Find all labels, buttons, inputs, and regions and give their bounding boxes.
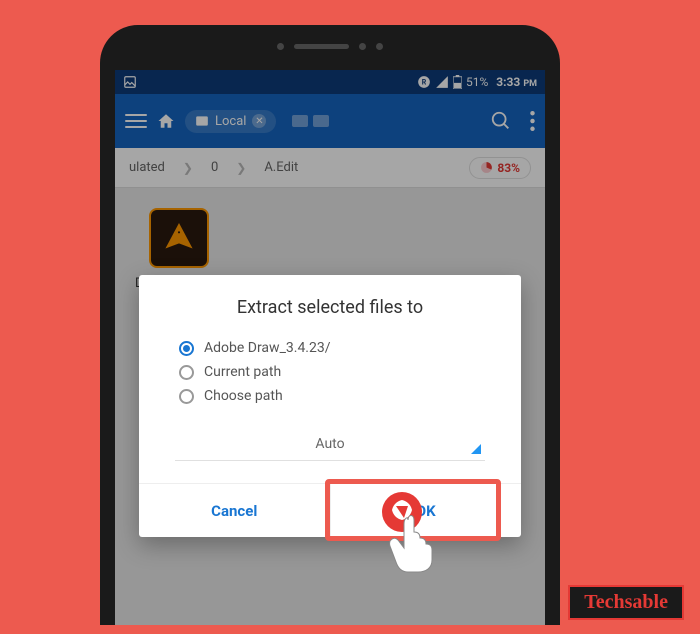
radio-icon — [179, 389, 194, 404]
extract-options: Adobe Draw_3.4.23/ Current path Choose p… — [139, 336, 521, 418]
option-label: Current path — [204, 364, 281, 380]
spinner-handle-icon — [471, 444, 481, 454]
option-label: Choose path — [204, 388, 283, 404]
divider — [175, 460, 485, 461]
radio-icon-selected — [179, 341, 194, 356]
phone-screen: R 51% 3:33 PM Local ✕ — [115, 70, 545, 625]
extract-dialog: Extract selected files to Adobe Draw_3.4… — [139, 275, 521, 537]
encoding-selector[interactable]: Auto — [139, 418, 521, 458]
phone-frame: R 51% 3:33 PM Local ✕ — [100, 25, 560, 625]
cancel-button[interactable]: Cancel — [139, 484, 330, 537]
encoding-value: Auto — [315, 436, 344, 452]
watermark: Techsable — [568, 585, 684, 620]
option-label: Adobe Draw_3.4.23/ — [204, 340, 331, 356]
dialog-title: Extract selected files to — [139, 275, 521, 336]
ok-button[interactable]: OK — [330, 484, 522, 537]
option-new-folder[interactable]: Adobe Draw_3.4.23/ — [179, 336, 481, 360]
option-choose-path[interactable]: Choose path — [179, 384, 481, 408]
option-current-path[interactable]: Current path — [179, 360, 481, 384]
radio-icon — [179, 365, 194, 380]
